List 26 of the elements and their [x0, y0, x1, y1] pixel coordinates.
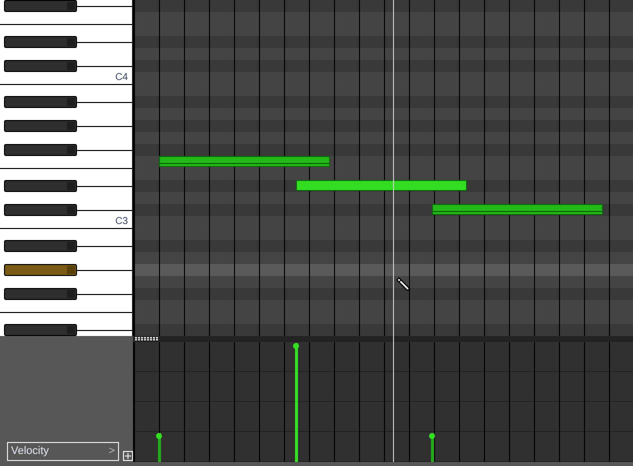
add-icon[interactable] — [123, 451, 133, 461]
controller-dropdown[interactable]: Velocity > — [7, 442, 119, 461]
resize-grip-icon[interactable] — [135, 337, 159, 341]
piano-keyboard[interactable]: C4 C3 — [0, 0, 133, 336]
piano-key[interactable] — [4, 204, 77, 216]
velocity-stem[interactable] — [156, 433, 162, 462]
pencil-cursor-icon — [395, 276, 411, 292]
piano-key[interactable] — [4, 96, 77, 108]
piano-key[interactable] — [4, 264, 77, 276]
midi-note[interactable] — [296, 180, 467, 191]
key-label: C4 — [115, 72, 128, 84]
piano-key[interactable] — [4, 36, 77, 48]
piano-key[interactable] — [4, 60, 77, 72]
piano-key[interactable] — [4, 0, 77, 12]
piano-key[interactable] — [4, 240, 77, 252]
midi-note[interactable] — [159, 156, 330, 167]
velocity-stem[interactable] — [429, 433, 435, 462]
piano-key[interactable] — [4, 120, 77, 132]
velocity-stem[interactable] — [293, 343, 299, 462]
key-label: C3 — [115, 216, 128, 228]
midi-note[interactable] — [432, 204, 603, 215]
piano-key[interactable] — [4, 288, 77, 300]
piano-key[interactable] — [4, 180, 77, 192]
piano-key[interactable] — [4, 324, 77, 336]
piano-key[interactable] — [4, 144, 77, 156]
note-grid[interactable] — [133, 0, 633, 336]
